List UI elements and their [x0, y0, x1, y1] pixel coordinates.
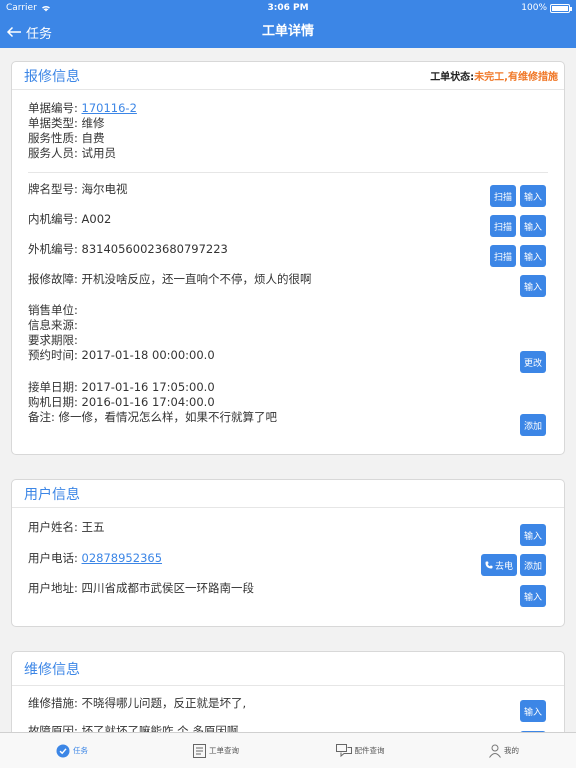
back-button[interactable]: 任务	[6, 16, 52, 48]
battery-fill	[552, 5, 568, 11]
status-bar: Carrier 3:06 PM 100%	[0, 0, 576, 16]
maintenance-measure: 维修措施: 不晓得哪儿问题，反正就是坏了,	[28, 696, 247, 710]
user-info-card: 用户信息 用户姓名: 王五 输入 用户电话: 02878952365 去电 添加…	[11, 479, 565, 627]
battery-indicator: 100%	[521, 3, 572, 13]
doc-no-row: 单据编号: 170116-2	[28, 101, 137, 116]
order-status-value: 未完工,有维修措施	[474, 72, 558, 83]
input-outdoor-button[interactable]: 输入	[520, 245, 546, 267]
battery-percent: 100%	[521, 3, 547, 13]
phone-icon	[485, 561, 493, 569]
add-phone-button[interactable]: 添加	[520, 554, 546, 576]
reported-fault: 报修故障: 开机没啥反应，还一直响个不停，烦人的很啊	[28, 272, 312, 286]
nav-bar: 任务 工单详情	[0, 16, 576, 48]
info-source: 信息来源:	[28, 318, 78, 332]
order-date: 接单日期: 2017-01-16 17:05:00.0	[28, 380, 215, 394]
chat-icon	[335, 743, 352, 757]
input-indoor-button[interactable]: 输入	[520, 215, 546, 237]
input-measure-button[interactable]: 输入	[520, 700, 546, 722]
document-icon	[193, 743, 206, 758]
indoor-unit-no: 内机编号: A002	[28, 212, 112, 226]
page-title: 工单详情	[261, 24, 314, 39]
tab-order-query[interactable]: 工单查询	[144, 733, 288, 768]
user-phone-label: 用户电话:	[28, 551, 82, 565]
service-staff: 服务人员: 试用员	[28, 146, 117, 160]
call-label: 去电	[494, 561, 513, 572]
order-status: 工单状态:未完工,有维修措施	[430, 68, 558, 83]
battery-icon	[550, 3, 572, 13]
brand-model: 牌名型号: 海尔电视	[28, 182, 128, 196]
maintenance-info-card: 维修信息 维修措施: 不晓得哪儿问题，反正就是坏了, 输入 故障原因: 坏了就坏…	[11, 651, 565, 732]
appointment-time: 预约时间: 2017-01-18 00:00:00.0	[28, 348, 215, 362]
repair-info-card: 报修信息 工单状态:未完工,有维修措施 单据编号: 170116-2 单据类型:…	[11, 61, 565, 455]
order-status-label: 工单状态:	[430, 72, 475, 83]
call-button[interactable]: 去电	[481, 554, 517, 576]
outdoor-unit-no: 外机编号: 83140560023680797223	[28, 242, 228, 256]
tab-mine-label: 我的	[504, 746, 519, 755]
scan-brand-button[interactable]: 扫描	[490, 185, 516, 207]
add-remark-button[interactable]: 添加	[520, 414, 546, 436]
check-circle-icon	[56, 744, 70, 757]
repair-info-header: 报修信息 工单状态:未完工,有维修措施	[12, 62, 564, 90]
scan-indoor-button[interactable]: 扫描	[490, 215, 516, 237]
doc-type: 单据类型: 维修	[28, 116, 105, 130]
doc-no-link[interactable]: 170116-2	[82, 101, 137, 115]
purchase-date: 购机日期: 2016-01-16 17:04:00.0	[28, 395, 215, 409]
input-name-button[interactable]: 输入	[520, 524, 546, 546]
fault-cause: 故障原因: 坏了就坏了嘛能咋 个 多原因啊	[28, 724, 239, 732]
service-nature: 服务性质: 自费	[28, 131, 105, 145]
required-deadline: 要求期限:	[28, 333, 78, 347]
tab-mine[interactable]: 我的	[432, 733, 576, 768]
repair-info-title: 报修信息	[24, 68, 80, 85]
remark: 备注: 修一修，看情况怎么样，如果不行就算了吧	[28, 410, 278, 424]
clock: 3:06 PM	[267, 3, 309, 13]
input-fault-button[interactable]: 输入	[520, 275, 546, 297]
tab-order-query-label: 工单查询	[209, 746, 239, 755]
person-icon	[489, 744, 501, 758]
user-phone-row: 用户电话: 02878952365	[28, 551, 162, 566]
scroll-content[interactable]: 报修信息 工单状态:未完工,有维修措施 单据编号: 170116-2 单据类型:…	[0, 48, 576, 732]
sales-unit: 销售单位:	[28, 303, 78, 317]
user-address: 用户地址: 四川省成都市武侯区一环路南一段	[28, 581, 255, 595]
doc-no-label: 单据编号:	[28, 101, 82, 115]
scan-outdoor-button[interactable]: 扫描	[490, 245, 516, 267]
maintenance-info-title: 维修信息	[24, 661, 80, 678]
tab-tasks-label: 任务	[73, 746, 88, 755]
tab-parts-query-label: 配件查询	[354, 746, 385, 755]
arrow-left-icon	[6, 26, 21, 38]
user-info-title: 用户信息	[24, 486, 80, 503]
user-phone-link[interactable]: 02878952365	[82, 551, 162, 565]
change-appointment-button[interactable]: 更改	[520, 351, 546, 373]
back-label: 任务	[26, 26, 53, 42]
user-info-header: 用户信息	[12, 480, 564, 508]
tab-tasks[interactable]: 任务	[0, 733, 144, 768]
tab-bar: 任务 工单查询 配件查询 我的	[0, 732, 576, 768]
tab-parts-query[interactable]: 配件查询	[288, 733, 432, 768]
user-name: 用户姓名: 王五	[28, 520, 105, 534]
maintenance-info-header: 维修信息	[12, 652, 564, 686]
divider	[28, 172, 548, 173]
input-brand-button[interactable]: 输入	[520, 185, 546, 207]
input-address-button[interactable]: 输入	[520, 585, 546, 607]
